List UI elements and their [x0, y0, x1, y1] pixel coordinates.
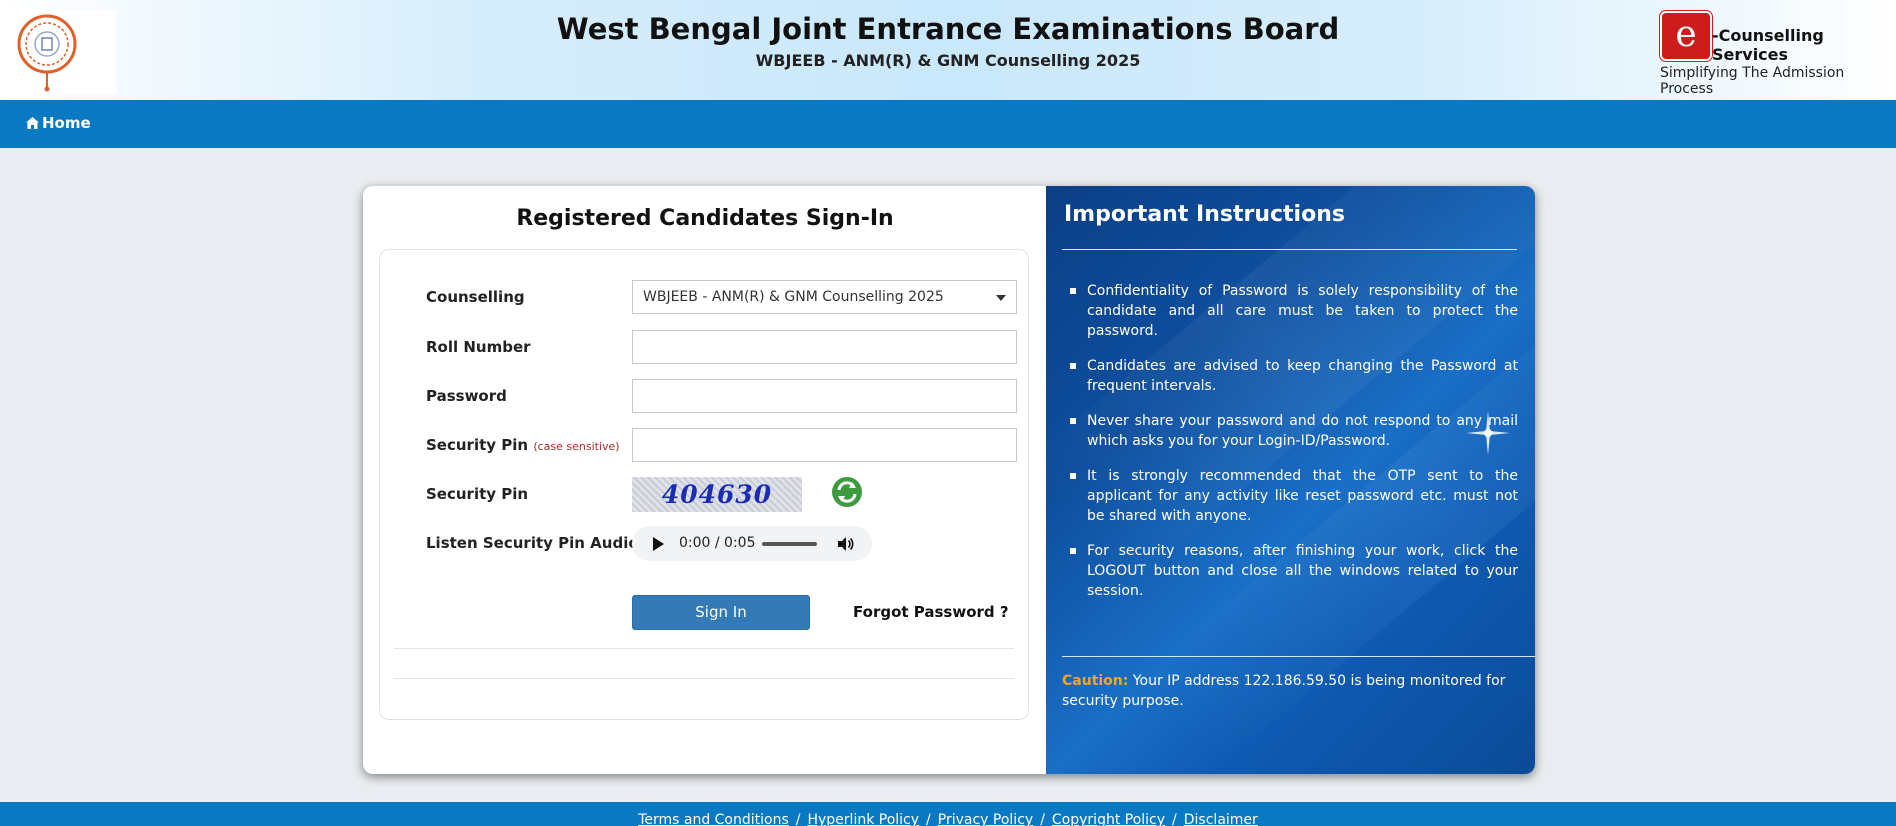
footer-separator: /	[1040, 812, 1045, 826]
instruction-text: Candidates are advised to keep changing …	[1087, 358, 1518, 394]
instruction-item: Confidentiality of Password is solely re…	[1064, 281, 1518, 341]
page-subtitle: WBJEEB - ANM(R) & GNM Counselling 2025	[755, 51, 1141, 70]
password-input[interactable]	[632, 379, 1017, 413]
home-icon	[26, 117, 39, 129]
signin-form: Counselling WBJEEB - ANM(R) & GNM Counse…	[379, 249, 1029, 720]
caution-divider	[1062, 656, 1535, 657]
privacy-policy-link[interactable]: Privacy Policy	[938, 812, 1033, 826]
counselling-label: Counselling	[426, 288, 525, 306]
e-counselling-logo: e	[1660, 11, 1712, 61]
terms-link[interactable]: Terms and Conditions	[638, 812, 789, 826]
footer-separator: /	[795, 812, 801, 826]
bullet-icon	[1070, 363, 1076, 369]
captcha-refresh-button[interactable]	[830, 475, 864, 509]
form-divider-top	[394, 648, 1014, 649]
caution-text: Your IP address 122.186.59.50 is being m…	[1062, 673, 1506, 709]
instruction-item: Candidates are advised to keep changing …	[1064, 356, 1518, 396]
signin-card: Registered Candidates Sign-In Counsellin…	[363, 186, 1535, 774]
refresh-icon	[832, 477, 862, 507]
page-title: West Bengal Joint Entrance Examinations …	[556, 12, 1340, 46]
signin-title: Registered Candidates Sign-In	[516, 206, 894, 231]
security-pin-image-label: Security Pin	[426, 485, 529, 503]
instruction-item: For security reasons, after finishing yo…	[1064, 541, 1518, 601]
sign-in-button[interactable]: Sign In	[632, 595, 810, 630]
case-sensitive-hint: (case sensitive)	[533, 440, 620, 453]
site-footer: Terms and Conditions / Hyperlink Policy / Pr…	[0, 802, 1896, 826]
instruction-text: Never share your password and do not res…	[1087, 413, 1518, 449]
nav-home-link[interactable]: Home	[26, 114, 91, 132]
disclaimer-link[interactable]: Disclaimer	[1184, 812, 1258, 826]
roll-number-input[interactable]	[632, 330, 1017, 364]
forgot-password-link[interactable]: Forgot Password ?	[853, 603, 1009, 621]
bullet-icon	[1070, 473, 1076, 479]
bullet-icon	[1070, 288, 1076, 294]
form-divider-bottom	[394, 678, 1014, 679]
instructions-title: Important Instructions	[1064, 202, 1345, 227]
audio-time: 0:00 / 0:05	[679, 535, 756, 551]
site-header: West Bengal Joint Entrance Examinations …	[0, 0, 1896, 100]
instructions-divider	[1062, 249, 1517, 250]
instruction-text: It is strongly recommended that the OTP …	[1087, 468, 1518, 524]
audio-label: Listen Security Pin Audio	[426, 534, 639, 552]
footer-links: Terms and Conditions / Hyperlink Policy / Pr…	[0, 812, 1896, 826]
footer-separator: /	[1172, 812, 1177, 826]
security-pin-label-text: Security Pin	[426, 436, 529, 454]
chevron-down-icon	[996, 295, 1006, 301]
nav-home-label: Home	[42, 114, 91, 132]
counselling-select[interactable]: WBJEEB - ANM(R) & GNM Counselling 2025	[632, 280, 1017, 314]
roll-number-label: Roll Number	[426, 338, 531, 356]
footer-separator: /	[926, 812, 931, 826]
security-pin-audio-player: 0:00 / 0:05	[632, 526, 872, 561]
bullet-icon	[1070, 418, 1076, 424]
instruction-item: It is strongly recommended that the OTP …	[1064, 466, 1518, 526]
hyperlink-policy-link[interactable]: Hyperlink Policy	[807, 812, 919, 826]
password-label: Password	[426, 387, 507, 405]
instruction-text: For security reasons, after finishing yo…	[1087, 543, 1518, 599]
instructions-list: Confidentiality of Password is solely re…	[1064, 281, 1518, 616]
security-pin-input-label: Security Pin (case sensitive)	[426, 436, 620, 454]
caution-notice: Caution: Your IP address 122.186.59.50 i…	[1062, 671, 1524, 711]
tagline: Simplifying The Admission Process	[1660, 65, 1845, 97]
e-counselling-services-label: -Counselling Services	[1712, 26, 1824, 64]
bullet-icon	[1070, 548, 1076, 554]
instruction-text: Confidentiality of Password is solely re…	[1087, 283, 1518, 339]
play-icon[interactable]	[653, 537, 664, 551]
instruction-item: Never share your password and do not res…	[1064, 411, 1518, 451]
volume-icon[interactable]	[836, 535, 854, 553]
audio-progress-track[interactable]	[762, 542, 817, 546]
security-pin-input[interactable]	[632, 428, 1017, 462]
instructions-panel: Important Instructions Confidentiality o…	[1046, 186, 1535, 774]
captcha-image: 404630	[632, 477, 802, 512]
copyright-policy-link[interactable]: Copyright Policy	[1052, 812, 1165, 826]
top-navbar: Home	[0, 100, 1896, 148]
counselling-selected-value: WBJEEB - ANM(R) & GNM Counselling 2025	[643, 289, 944, 305]
caution-label: Caution:	[1062, 673, 1129, 689]
